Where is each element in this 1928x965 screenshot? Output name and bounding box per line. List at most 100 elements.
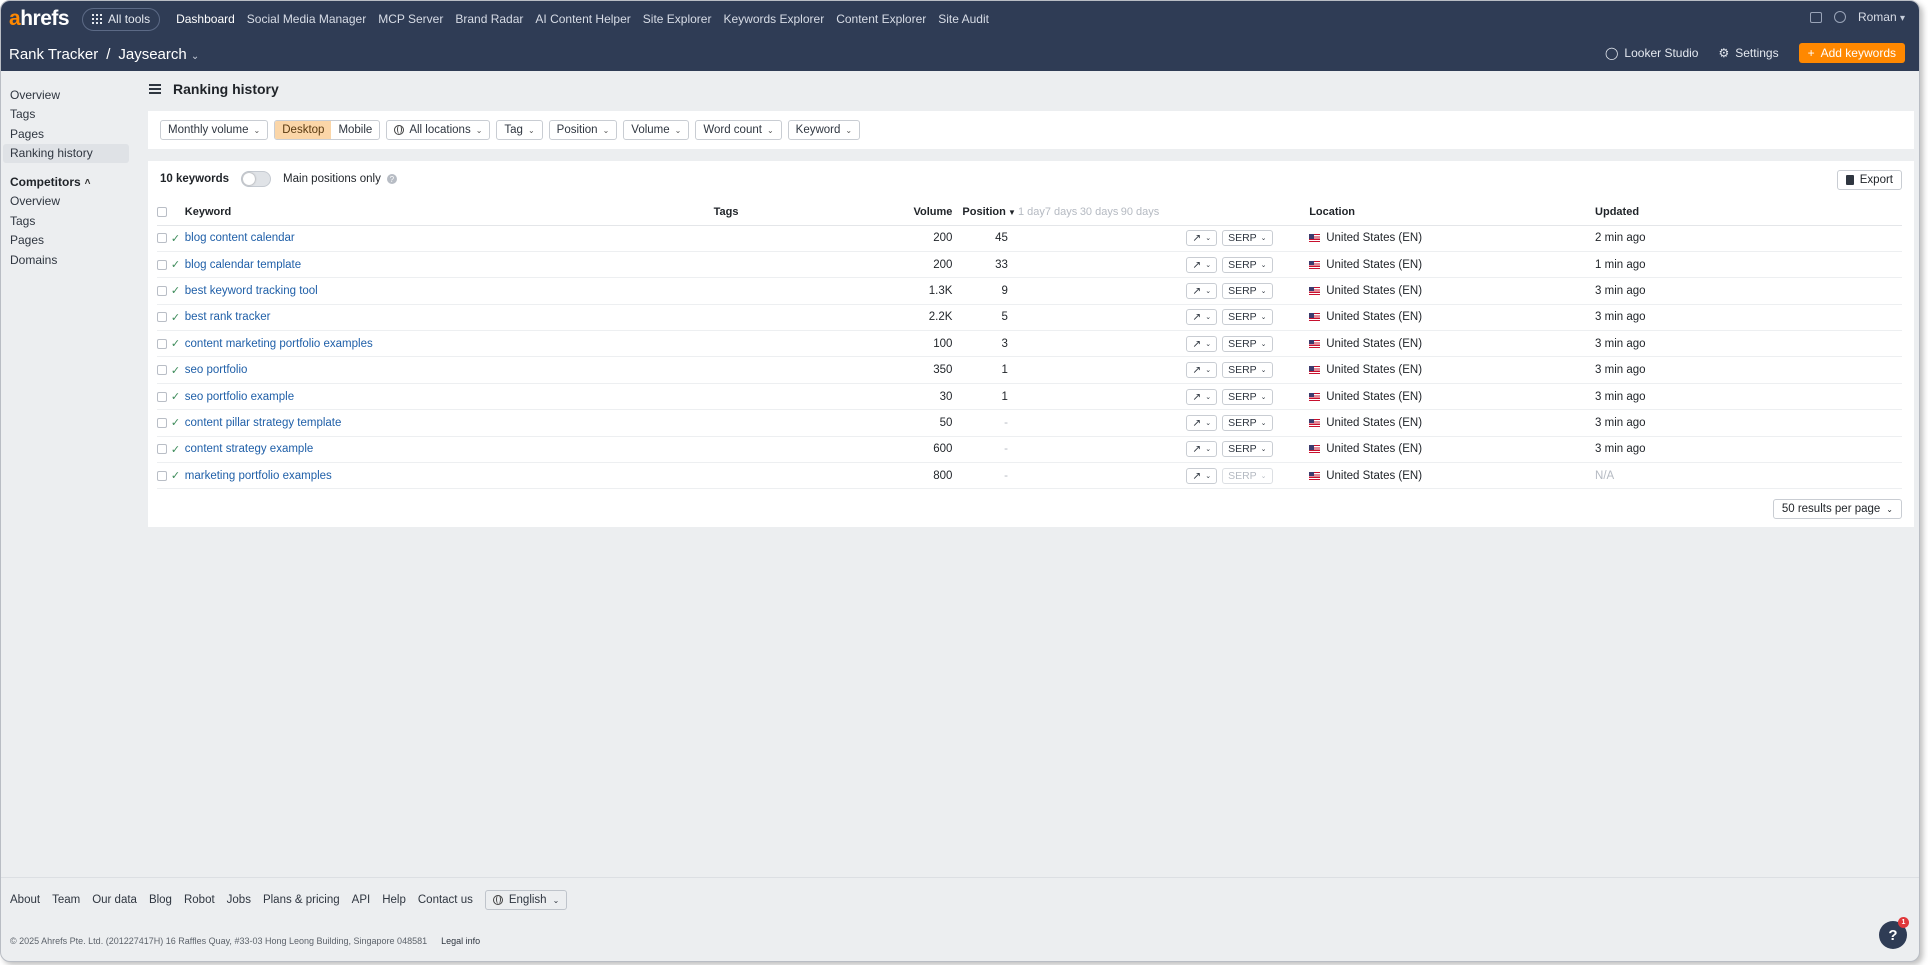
row-checkbox[interactable] (157, 259, 167, 270)
keyword-link[interactable]: blog content calendar (185, 232, 295, 244)
sidebar-item-competitors-overview[interactable]: Overview (1, 192, 141, 211)
add-keywords-button[interactable]: + Add keywords (1798, 43, 1905, 63)
tags-cell[interactable] (713, 225, 905, 252)
serp-dropdown[interactable]: SERP ⌄ (1222, 441, 1273, 458)
footer-link-robot[interactable]: Robot (184, 894, 215, 906)
chart-dropdown[interactable]: ↗ ⌄ (1186, 335, 1218, 352)
7-days-header[interactable]: 7 days (1044, 200, 1080, 226)
tags-cell[interactable] (713, 330, 905, 358)
chart-dropdown[interactable]: ↗ ⌄ (1186, 388, 1218, 405)
results-per-page-dropdown[interactable]: 50 results per page ⌄ (1772, 499, 1902, 519)
chart-dropdown[interactable]: ↗ ⌄ (1186, 282, 1218, 299)
keyword-link[interactable]: seo portfolio (185, 364, 248, 376)
chart-dropdown[interactable]: ↗ ⌄ (1186, 256, 1218, 273)
serp-dropdown[interactable]: SERP ⌄ (1222, 309, 1273, 326)
chart-dropdown[interactable]: ↗ ⌄ (1186, 441, 1218, 458)
footer-link-team[interactable]: Team (52, 894, 80, 906)
row-checkbox[interactable] (157, 233, 167, 244)
keyword-link[interactable]: marketing portfolio examples (185, 470, 332, 482)
sidebar-item-competitors-domains[interactable]: Domains (1, 251, 141, 270)
nav-item-site-audit[interactable]: Site Audit (938, 12, 989, 26)
sidebar-item-tags[interactable]: Tags (1, 105, 141, 124)
legal-info-link[interactable]: Legal info (441, 936, 480, 946)
tags-cell[interactable] (713, 251, 905, 279)
window-icon[interactable] (1809, 11, 1822, 23)
language-selector[interactable]: English ⌄ (484, 890, 568, 910)
tags-cell[interactable] (713, 383, 905, 411)
serp-dropdown[interactable]: SERP ⌄ (1222, 256, 1273, 273)
tags-header[interactable]: Tags (713, 200, 905, 226)
nav-item-site-explorer[interactable]: Site Explorer (643, 12, 712, 26)
keyword-link[interactable]: content strategy example (185, 443, 314, 455)
nav-item-mcp-server[interactable]: MCP Server (378, 12, 443, 26)
keyword-link[interactable]: best rank tracker (185, 311, 271, 323)
locations-dropdown[interactable]: All locations ⌄ (386, 120, 491, 140)
project-selector[interactable]: Jaysearch ⌄ (118, 46, 199, 63)
help-icon[interactable]: ? (386, 174, 397, 184)
updated-header[interactable]: Updated (1595, 200, 1902, 226)
monthly-volume-dropdown[interactable]: Monthly volume ⌄ (160, 120, 269, 140)
nav-item-dashboard[interactable]: Dashboard (176, 12, 235, 26)
mobile-toggle[interactable]: Mobile (331, 121, 379, 139)
position-header[interactable]: Position ▼ (952, 200, 1016, 226)
word-count-filter[interactable]: Word count ⌄ (695, 120, 782, 140)
nav-item-brand-radar[interactable]: Brand Radar (455, 12, 523, 26)
keyword-header[interactable]: Keyword (184, 200, 714, 226)
tags-cell[interactable] (713, 356, 905, 384)
volume-filter[interactable]: Volume ⌄ (623, 120, 690, 140)
1-day-header[interactable]: 1 day (1015, 200, 1045, 226)
nav-item-social-media-manager[interactable]: Social Media Manager (247, 12, 366, 26)
keyword-filter[interactable]: Keyword ⌄ (787, 120, 861, 140)
keyword-link[interactable]: best keyword tracking tool (185, 285, 318, 297)
help-chat-button[interactable]: ? 1 (1879, 917, 1909, 949)
row-checkbox[interactable] (157, 444, 167, 455)
footer-link-help[interactable]: Help (382, 894, 406, 906)
competitors-toggle[interactable]: Competitors ˄ (1, 173, 141, 192)
chart-dropdown[interactable]: ↗ ⌄ (1186, 309, 1218, 326)
tag-filter[interactable]: Tag ⌄ (496, 120, 543, 140)
all-tools-button[interactable]: All tools (82, 7, 161, 31)
tags-cell[interactable] (713, 436, 905, 464)
sidebar-item-competitors-pages[interactable]: Pages (1, 231, 141, 250)
tags-cell[interactable] (713, 462, 905, 490)
serp-dropdown[interactable]: SERP ⌄ (1222, 414, 1273, 431)
sidebar-item-competitors-tags[interactable]: Tags (1, 211, 141, 230)
tags-cell[interactable] (713, 277, 905, 305)
keyword-link[interactable]: seo portfolio example (185, 391, 294, 403)
tags-cell[interactable] (713, 304, 905, 332)
30-days-header[interactable]: 30 days (1079, 200, 1121, 226)
footer-link-api[interactable]: API (352, 894, 371, 906)
serp-dropdown[interactable]: SERP ⌄ (1222, 230, 1273, 247)
footer-link-plans-pricing[interactable]: Plans & pricing (263, 894, 340, 906)
select-all-checkbox[interactable] (157, 207, 167, 218)
desktop-toggle[interactable]: Desktop (275, 121, 332, 139)
row-checkbox[interactable] (157, 470, 167, 481)
looker-studio-button[interactable]: ◯ Looker Studio (1605, 46, 1699, 60)
keyword-link[interactable]: blog calendar template (185, 259, 301, 271)
row-checkbox[interactable] (157, 338, 167, 349)
status-icon[interactable] (1833, 11, 1846, 23)
keyword-link[interactable]: content pillar strategy template (185, 417, 342, 429)
nav-item-content-explorer[interactable]: Content Explorer (836, 12, 926, 26)
serp-dropdown[interactable]: SERP ⌄ (1222, 362, 1273, 379)
sidebar-item-ranking-history[interactable]: Ranking history (3, 143, 129, 163)
export-button[interactable]: Export (1836, 170, 1902, 190)
chart-dropdown[interactable]: ↗ ⌄ (1186, 230, 1218, 247)
sidebar-item-pages[interactable]: Pages (1, 124, 141, 143)
serp-dropdown[interactable]: SERP ⌄ (1222, 282, 1273, 299)
row-checkbox[interactable] (157, 285, 167, 296)
settings-button[interactable]: ⚙ Settings (1718, 46, 1778, 60)
footer-link-blog[interactable]: Blog (149, 894, 172, 906)
position-filter[interactable]: Position ⌄ (548, 120, 618, 140)
breadcrumb-tool[interactable]: Rank Tracker (9, 46, 98, 63)
serp-dropdown[interactable]: SERP ⌄ (1222, 467, 1273, 484)
sidebar-item-overview[interactable]: Overview (1, 85, 141, 104)
ahrefs-logo[interactable]: ahrefs (9, 7, 70, 31)
nav-item-keywords-explorer[interactable]: Keywords Explorer (723, 12, 824, 26)
90-days-header[interactable]: 90 days (1120, 200, 1161, 226)
menu-icon[interactable] (149, 84, 161, 94)
serp-dropdown[interactable]: SERP ⌄ (1222, 335, 1273, 352)
row-checkbox[interactable] (157, 417, 167, 428)
footer-link-contact-us[interactable]: Contact us (418, 894, 473, 906)
row-checkbox[interactable] (157, 391, 167, 402)
